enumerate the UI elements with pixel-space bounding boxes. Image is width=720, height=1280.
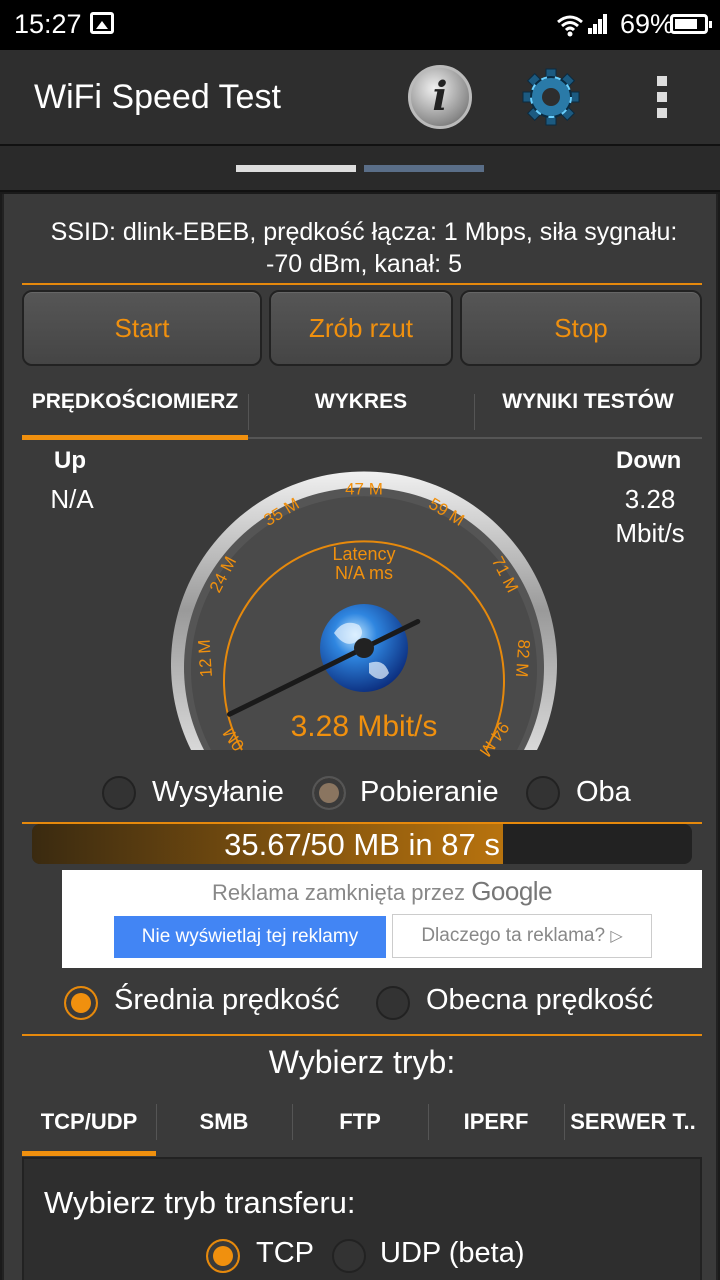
hide-ad-button[interactable]: Nie wyświetlaj tej reklamy: [114, 916, 386, 958]
main-content: SSID: dlink-EBEB, prędkość łącza: 1 Mbps…: [2, 194, 718, 1280]
progress-bar: 35.67/50 MB in 87 s: [32, 824, 692, 864]
average-speed-label[interactable]: Średnia prędkość: [114, 984, 340, 1017]
page-indicator-inactive[interactable]: [364, 165, 484, 172]
download-unit: Mbit/s: [615, 518, 685, 548]
mode-tab-underline: [22, 1151, 156, 1156]
overflow-menu-icon[interactable]: [652, 76, 672, 120]
status-bar: 15:27 69%: [0, 0, 720, 50]
tab-underline: [22, 435, 248, 440]
divider: [22, 283, 702, 285]
app-bar: WiFi Speed Test i: [0, 50, 720, 144]
tcp-radio-label[interactable]: TCP: [256, 1237, 314, 1270]
google-logo: Google: [471, 876, 553, 906]
battery-icon: [670, 14, 712, 34]
info-icon[interactable]: i: [408, 65, 472, 129]
tab-chart[interactable]: WYKRES: [248, 390, 474, 440]
app-title: WiFi Speed Test: [34, 78, 281, 116]
divider: [22, 1034, 702, 1036]
tab-results[interactable]: WYNIKI TESTÓW: [474, 390, 702, 440]
wifi-icon: [557, 15, 583, 37]
mode-tab-smb[interactable]: SMB: [156, 1096, 292, 1156]
page-indicator: [0, 144, 720, 192]
stop-button[interactable]: Stop: [460, 290, 702, 366]
latency-value: N/A ms: [335, 563, 393, 583]
upload-radio[interactable]: [102, 776, 136, 810]
gauge-tick-label: 12 M: [195, 639, 216, 678]
current-speed-radio[interactable]: [376, 986, 410, 1020]
download-radio[interactable]: [312, 776, 346, 810]
why-ad-button[interactable]: Dlaczego ta reklama? ▷: [392, 914, 652, 958]
tab-label: WYKRES: [314, 390, 408, 413]
settings-gear-icon[interactable]: [518, 64, 584, 130]
upload-value: N/A: [50, 484, 94, 514]
download-value: 3.28: [624, 484, 676, 514]
ad-banner: Reklama zamknięta przez Google Nie wyświ…: [62, 870, 702, 968]
gauge-reading: 3.28 Mbit/s: [291, 710, 438, 743]
gauge-tick-label: 47 M: [345, 479, 383, 498]
tab-label: WYNIKI TESTÓW: [502, 390, 674, 413]
mode-tab-label: TCP/UDP: [40, 1109, 138, 1134]
status-time: 15:27: [14, 9, 82, 39]
mode-tab-ftp[interactable]: FTP: [292, 1096, 428, 1156]
page-indicator-active[interactable]: [236, 165, 356, 172]
adchoices-icon: ▷: [610, 928, 623, 945]
mode-tab-server[interactable]: SERWER T..: [564, 1096, 702, 1156]
mode-tab-label: SMB: [199, 1109, 249, 1134]
average-speed-radio[interactable]: [64, 986, 98, 1020]
both-radio[interactable]: [526, 776, 560, 810]
download-value-block: 3.28 Mbit/s: [594, 482, 706, 550]
gauge-tick-label: 82 M: [512, 639, 533, 678]
current-speed-label[interactable]: Obecna prędkość: [426, 984, 653, 1017]
mode-tab-iperf[interactable]: IPERF: [428, 1096, 564, 1156]
tab-speedometer[interactable]: PRĘDKOŚCIOMIERZ: [22, 390, 248, 440]
why-ad-label: Dlaczego ta reklama?: [421, 925, 606, 946]
speedometer-gauge: 0M12 M24 M35 M47 M59 M71 M82 M94 M Laten…: [171, 471, 557, 758]
start-button[interactable]: Start: [22, 290, 262, 366]
transfer-panel: Wybierz tryb transferu: TCP UDP (beta): [22, 1157, 702, 1280]
progress-text: 35.67/50 MB in 87 s: [224, 827, 500, 862]
screen: 15:27 69% WiFi Speed Test i SSID: dlink-…: [0, 0, 720, 1280]
mode-tab-label: SERWER T..: [570, 1109, 696, 1134]
latency-label: Latency: [332, 544, 395, 564]
snapshot-button[interactable]: Zrób rzut: [269, 290, 453, 366]
mode-tab-tcp-udp[interactable]: TCP/UDP: [22, 1096, 156, 1156]
ad-closed-text: Reklama zamknięta przez Google: [62, 876, 702, 907]
transfer-title: Wybierz tryb transferu:: [44, 1185, 356, 1220]
udp-radio-label[interactable]: UDP (beta): [380, 1237, 525, 1270]
udp-radio[interactable]: [332, 1239, 366, 1273]
download-label: Down: [616, 447, 682, 474]
tab-label: PRĘDKOŚCIOMIERZ: [31, 390, 239, 413]
both-radio-label[interactable]: Oba: [576, 776, 631, 809]
battery-percent: 69%: [620, 9, 675, 39]
mode-tab-label: IPERF: [463, 1109, 529, 1134]
mode-title: Wybierz tryb:: [268, 1044, 456, 1080]
tcp-radio[interactable]: [206, 1239, 240, 1273]
tab-bar-line: [248, 437, 702, 439]
upload-label: Up: [54, 447, 86, 474]
image-notification-icon: [90, 12, 114, 34]
connection-info: SSID: dlink-EBEB, prędkość łącza: 1 Mbps…: [50, 218, 678, 278]
upload-radio-label[interactable]: Wysyłanie: [152, 776, 284, 809]
download-radio-label[interactable]: Pobieranie: [360, 776, 499, 809]
ad-closed-label: Reklama zamknięta przez: [211, 880, 466, 905]
signal-icon: [588, 14, 608, 34]
mode-tab-label: FTP: [339, 1109, 381, 1134]
